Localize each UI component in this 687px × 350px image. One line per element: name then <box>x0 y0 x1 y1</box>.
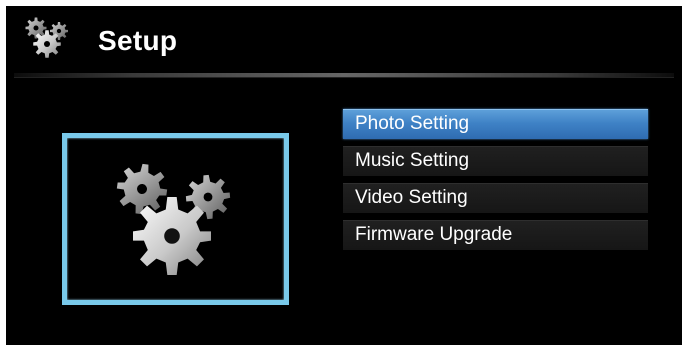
menu-item-photo-setting[interactable]: Photo Setting <box>343 109 648 139</box>
menu-item-label: Firmware Upgrade <box>355 224 513 245</box>
setup-screen: Setup Photo Setting Music Setting Video … <box>6 6 682 345</box>
menu-item-label: Video Setting <box>355 187 468 208</box>
preview-frame <box>62 133 289 305</box>
menu-item-label: Photo Setting <box>355 113 470 134</box>
gears-icon <box>113 160 232 275</box>
menu-item-firmware-upgrade[interactable]: Firmware Upgrade <box>343 220 648 250</box>
menu-item-label: Music Setting <box>355 150 470 171</box>
setup-menu: Photo Setting Music Setting Video Settin… <box>343 109 648 257</box>
menu-item-video-setting[interactable]: Video Setting <box>343 183 648 213</box>
page-title: Setup <box>98 25 178 56</box>
gears-icon <box>25 17 68 58</box>
menu-item-music-setting[interactable]: Music Setting <box>343 146 648 176</box>
header-divider <box>14 73 674 77</box>
